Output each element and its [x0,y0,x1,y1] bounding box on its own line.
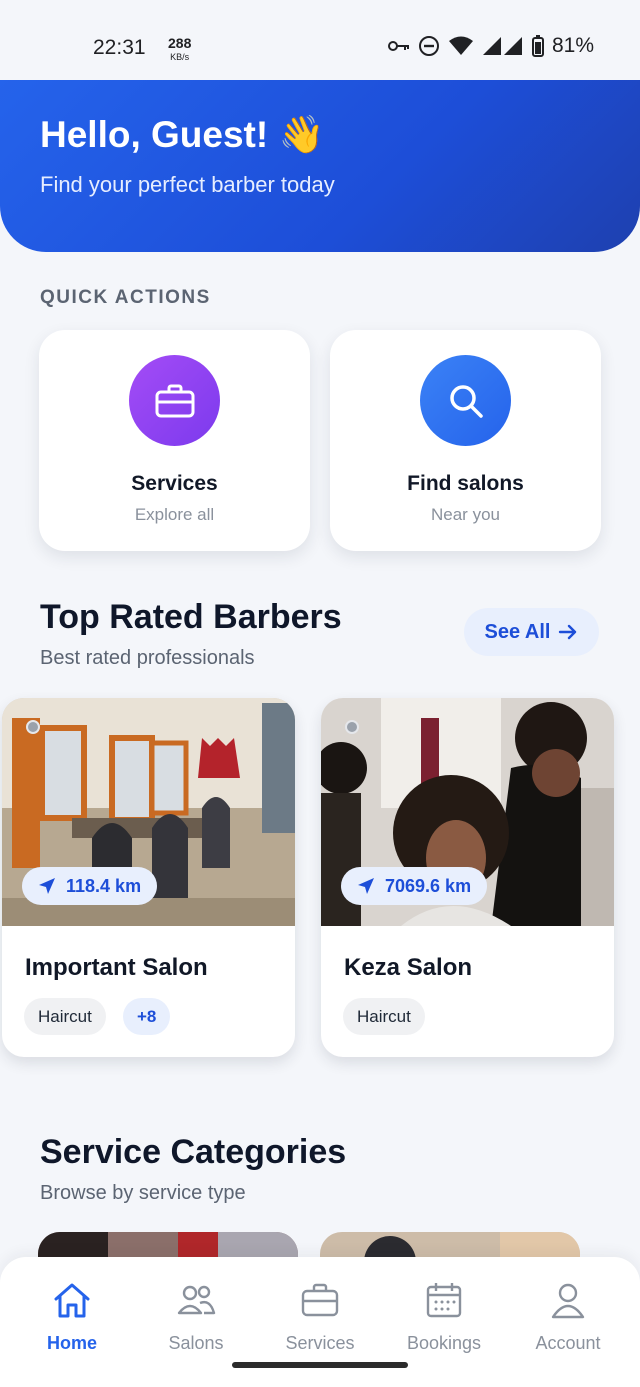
favorite-indicator[interactable] [345,720,359,734]
service-tag: Haircut [343,998,425,1035]
quick-action-find-salons[interactable]: Find salons Near you [330,330,601,551]
salon-photo: 118.4 km [2,698,295,926]
navigation-arrow-icon [358,878,374,894]
distance-value: 7069.6 km [385,875,472,896]
home-indicator[interactable] [232,1362,408,1368]
salon-name: Keza Salon [344,954,473,981]
nav-label: Services [285,1333,355,1353]
network-speed-value: 288 [168,35,192,51]
network-speed-unit: KB/s [170,52,190,62]
salon-card[interactable]: 7069.6 km Keza Salon Haircut [321,698,614,1057]
service-tag: Haircut [24,998,106,1035]
user-icon [551,1283,585,1319]
service-categories-subtitle: Browse by service type [40,1182,246,1204]
status-icons: 81% [387,34,594,58]
quick-action-title: Services [131,472,218,495]
distance-value: 118.4 km [66,875,142,896]
nav-account[interactable]: Account [513,1281,623,1354]
search-icon [420,355,511,446]
nav-label: Bookings [406,1333,482,1353]
salon-photo: 7069.6 km [321,698,614,926]
signal-icon [482,37,522,55]
see-all-button[interactable]: See All [464,608,599,656]
nav-services[interactable]: Services [265,1281,375,1354]
status-time: 22:31 [93,36,146,59]
battery-percent: 81% [551,34,594,57]
greeting-header: Hello, Guest! 👋 Find your perfect barber… [0,80,640,252]
quick-action-subtitle: Near you [431,505,500,524]
top-rated-title: Top Rated Barbers [40,598,342,636]
nav-label: Salons [168,1333,224,1353]
nav-bookings[interactable]: Bookings [389,1281,499,1354]
quick-actions-label: QUICK ACTIONS [40,287,211,308]
wifi-icon [448,36,473,55]
service-categories-title: Service Categories [40,1133,347,1171]
network-speed: 288 KB/s [168,35,192,63]
greeting-subtitle: Find your perfect barber today [40,172,335,197]
quick-action-subtitle: Explore all [134,505,215,524]
distance-badge: 118.4 km [22,867,158,905]
quick-action-title: Find salons [407,472,524,495]
battery-icon [531,35,544,57]
nav-label: Account [535,1333,601,1353]
dnd-icon [418,36,439,56]
nav-label: Home [46,1333,97,1353]
more-tags-badge: +8 [123,998,171,1035]
salon-name: Important Salon [25,954,208,981]
nav-home[interactable]: Home [17,1281,127,1354]
greeting-title: Hello, Guest! 👋 [40,114,325,155]
status-bar: 22:31 288 KB/s 81% [0,0,640,80]
briefcase-icon [129,355,220,446]
navigation-arrow-icon [39,878,55,894]
see-all-label: See All [484,620,551,643]
vpn-key-icon [387,41,409,51]
calendar-icon [426,1283,462,1318]
arrow-right-icon [559,624,577,640]
quick-action-services[interactable]: Services Explore all [39,330,310,551]
briefcase-icon [301,1283,339,1317]
favorite-indicator[interactable] [26,720,40,734]
home-icon [54,1283,90,1318]
salon-card[interactable]: 118.4 km Important Salon Haircut +8 [2,698,295,1057]
distance-badge: 7069.6 km [341,867,488,905]
users-icon [177,1285,216,1315]
top-rated-subtitle: Best rated professionals [40,647,255,669]
nav-salons[interactable]: Salons [141,1281,251,1354]
